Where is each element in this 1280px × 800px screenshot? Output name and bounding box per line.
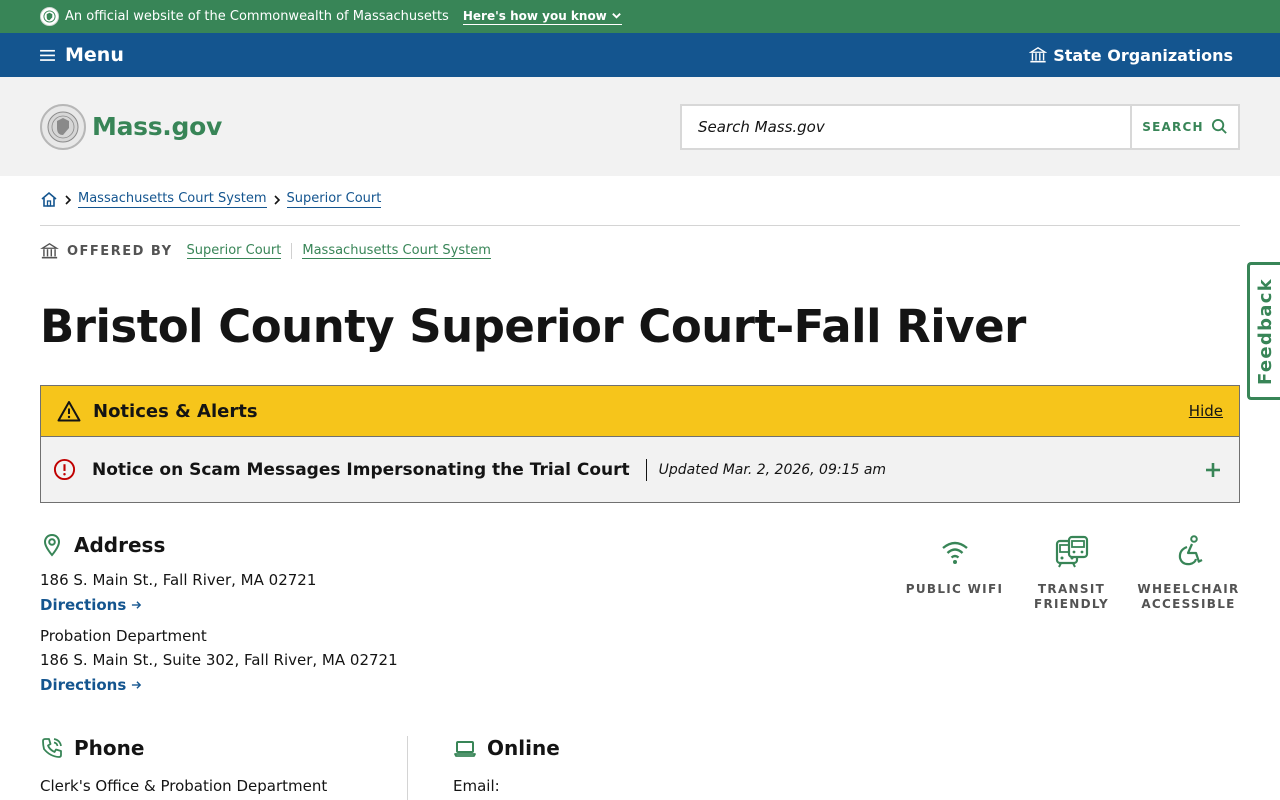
search-button[interactable]: SEARCH	[1130, 105, 1238, 148]
alerts-heading: Notices & Alerts	[93, 400, 258, 422]
search-bar: SEARCH	[680, 103, 1240, 150]
address-section: Address 186 S. Main St., Fall River, MA …	[40, 533, 398, 694]
amenity-public-wifi: PUBLIC WIFI	[896, 533, 1013, 612]
phone-heading-row: Phone	[40, 736, 407, 760]
amenity-label: PUBLIC WIFI	[905, 582, 1004, 596]
breadcrumb-link-court-system[interactable]: Massachusetts Court System	[78, 191, 267, 208]
offered-by-link-superior-court[interactable]: Superior Court	[186, 243, 282, 259]
search-input[interactable]	[682, 105, 1130, 148]
breadcrumb: Massachusetts Court System Superior Cour…	[40, 191, 1240, 226]
arrow-right-icon	[132, 681, 142, 689]
alert-divider	[645, 458, 647, 481]
alert-title: Notice on Scam Messages Impersonating th…	[92, 459, 630, 480]
official-banner: An official website of the Commonwealth …	[0, 0, 1280, 33]
laptop-icon	[454, 741, 476, 757]
feedback-label: Feedback	[1254, 277, 1276, 385]
hide-alerts-button[interactable]: Hide	[1189, 402, 1223, 420]
online-section: Online Email:	[453, 736, 560, 795]
breadcrumb-link-superior-court[interactable]: Superior Court	[286, 191, 382, 208]
notices-alerts: Notices & Alerts Hide Notice on Scam Mes…	[40, 385, 1240, 503]
menu-button[interactable]: Menu	[40, 44, 124, 66]
chevron-right-icon	[273, 195, 280, 205]
warning-icon	[57, 401, 81, 422]
phone-sub: Clerk's Office & Probation Department	[40, 777, 328, 795]
directions-link[interactable]: Directions	[40, 596, 142, 614]
search-icon	[1211, 118, 1227, 134]
offered-by: OFFERED BY Superior Court Massachusetts …	[40, 242, 491, 260]
mass-gov-logo[interactable]: Mass.gov	[40, 103, 222, 150]
alert-updated: Updated Mar. 2, 2026, 09:15 am	[658, 461, 887, 478]
phone-icon	[42, 738, 62, 758]
official-text: An official website of the Commonwealth …	[65, 9, 449, 24]
state-seal-icon	[40, 103, 86, 150]
wheelchair-icon	[1178, 535, 1202, 566]
alert-exclamation-icon	[53, 458, 76, 481]
chevron-right-icon	[65, 195, 72, 205]
online-heading-row: Online	[453, 736, 560, 760]
alerts-header: Notices & Alerts Hide	[41, 386, 1239, 437]
how-you-know-button[interactable]: Here's how you know	[462, 8, 622, 25]
building-icon	[1029, 47, 1048, 63]
offered-by-label: OFFERED BY	[67, 243, 173, 259]
site-header: Mass.gov SEARCH	[0, 77, 1280, 176]
amenity-transit-friendly: TRANSIT FRIENDLY	[1013, 533, 1130, 612]
page-title: Bristol County Superior Court-Fall River	[40, 300, 1026, 353]
online-heading: Online	[487, 736, 560, 760]
online-sub: Email:	[453, 777, 500, 795]
arrow-right-icon	[132, 601, 142, 609]
address-heading-row: Address	[40, 533, 398, 557]
hamburger-icon	[40, 49, 55, 61]
phone-heading: Phone	[74, 736, 145, 760]
building-icon	[40, 243, 59, 259]
home-icon[interactable]	[40, 191, 58, 208]
feedback-tab[interactable]: Feedback	[1247, 262, 1280, 400]
logo-text: Mass.gov	[92, 112, 222, 141]
probation-name: Probation Department	[40, 627, 207, 645]
amenity-label: TRANSIT FRIENDLY	[1034, 582, 1109, 611]
state-organizations-button[interactable]: State Organizations	[1029, 46, 1233, 65]
offered-by-divider	[291, 243, 293, 259]
expand-plus-icon[interactable]	[1203, 460, 1223, 480]
search-button-label: SEARCH	[1142, 119, 1204, 134]
how-you-know-label: Here's how you know	[462, 8, 607, 23]
chevron-down-icon	[611, 13, 621, 19]
map-pin-icon	[43, 533, 61, 557]
wifi-icon	[941, 541, 968, 564]
amenity-label: WHEELCHAIR ACCESSIBLE	[1137, 582, 1240, 611]
phone-section: Phone Clerk's Office & Probation Departm…	[40, 736, 408, 800]
address-heading: Address	[74, 533, 166, 557]
amenities: PUBLIC WIFI TRANSIT FRIENDLY WHEELCHAIR …	[896, 533, 1247, 612]
menu-label: Menu	[65, 44, 124, 66]
amenity-wheelchair-accessible: WHEELCHAIR ACCESSIBLE	[1130, 533, 1247, 612]
directions-link-probation[interactable]: Directions	[40, 676, 142, 694]
directions-label: Directions	[40, 676, 127, 694]
alert-item[interactable]: Notice on Scam Messages Impersonating th…	[41, 437, 1239, 502]
probation-address: 186 S. Main St., Suite 302, Fall River, …	[40, 651, 398, 669]
massachusetts-seal-icon	[40, 7, 59, 26]
transit-icon	[1055, 535, 1088, 568]
directions-label: Directions	[40, 596, 127, 614]
offered-by-link-court-system[interactable]: Massachusetts Court System	[302, 243, 491, 259]
menu-bar: Menu State Organizations	[0, 33, 1280, 77]
main-address: 186 S. Main St., Fall River, MA 02721	[40, 571, 317, 589]
state-organizations-label: State Organizations	[1053, 45, 1233, 65]
